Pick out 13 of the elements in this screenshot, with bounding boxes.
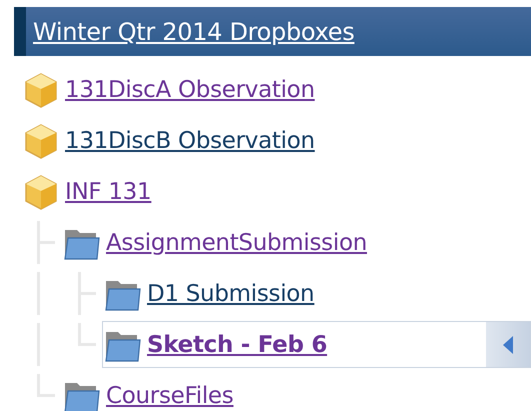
left-arrow-icon — [502, 334, 514, 354]
tree-item-link[interactable]: CourseFiles — [106, 382, 234, 408]
box-icon — [23, 174, 59, 210]
tree-item-link[interactable]: Sketch - Feb 6 — [147, 332, 328, 358]
tree-item-link[interactable]: INF 131 — [65, 178, 152, 204]
box-icon — [23, 72, 59, 108]
box-icon — [23, 122, 59, 158]
tree-item-link[interactable]: D1 Submission — [147, 280, 314, 306]
header-link[interactable]: Winter Qtr 2014 Dropboxes — [33, 18, 354, 46]
tree-item-link[interactable]: AssignmentSubmission — [106, 230, 367, 256]
collapse-arrow-button[interactable] — [486, 322, 530, 367]
tree-item-link[interactable]: 131DiscB Observation — [65, 128, 315, 154]
tree-item-link[interactable]: 131DiscA Observation — [65, 76, 315, 102]
